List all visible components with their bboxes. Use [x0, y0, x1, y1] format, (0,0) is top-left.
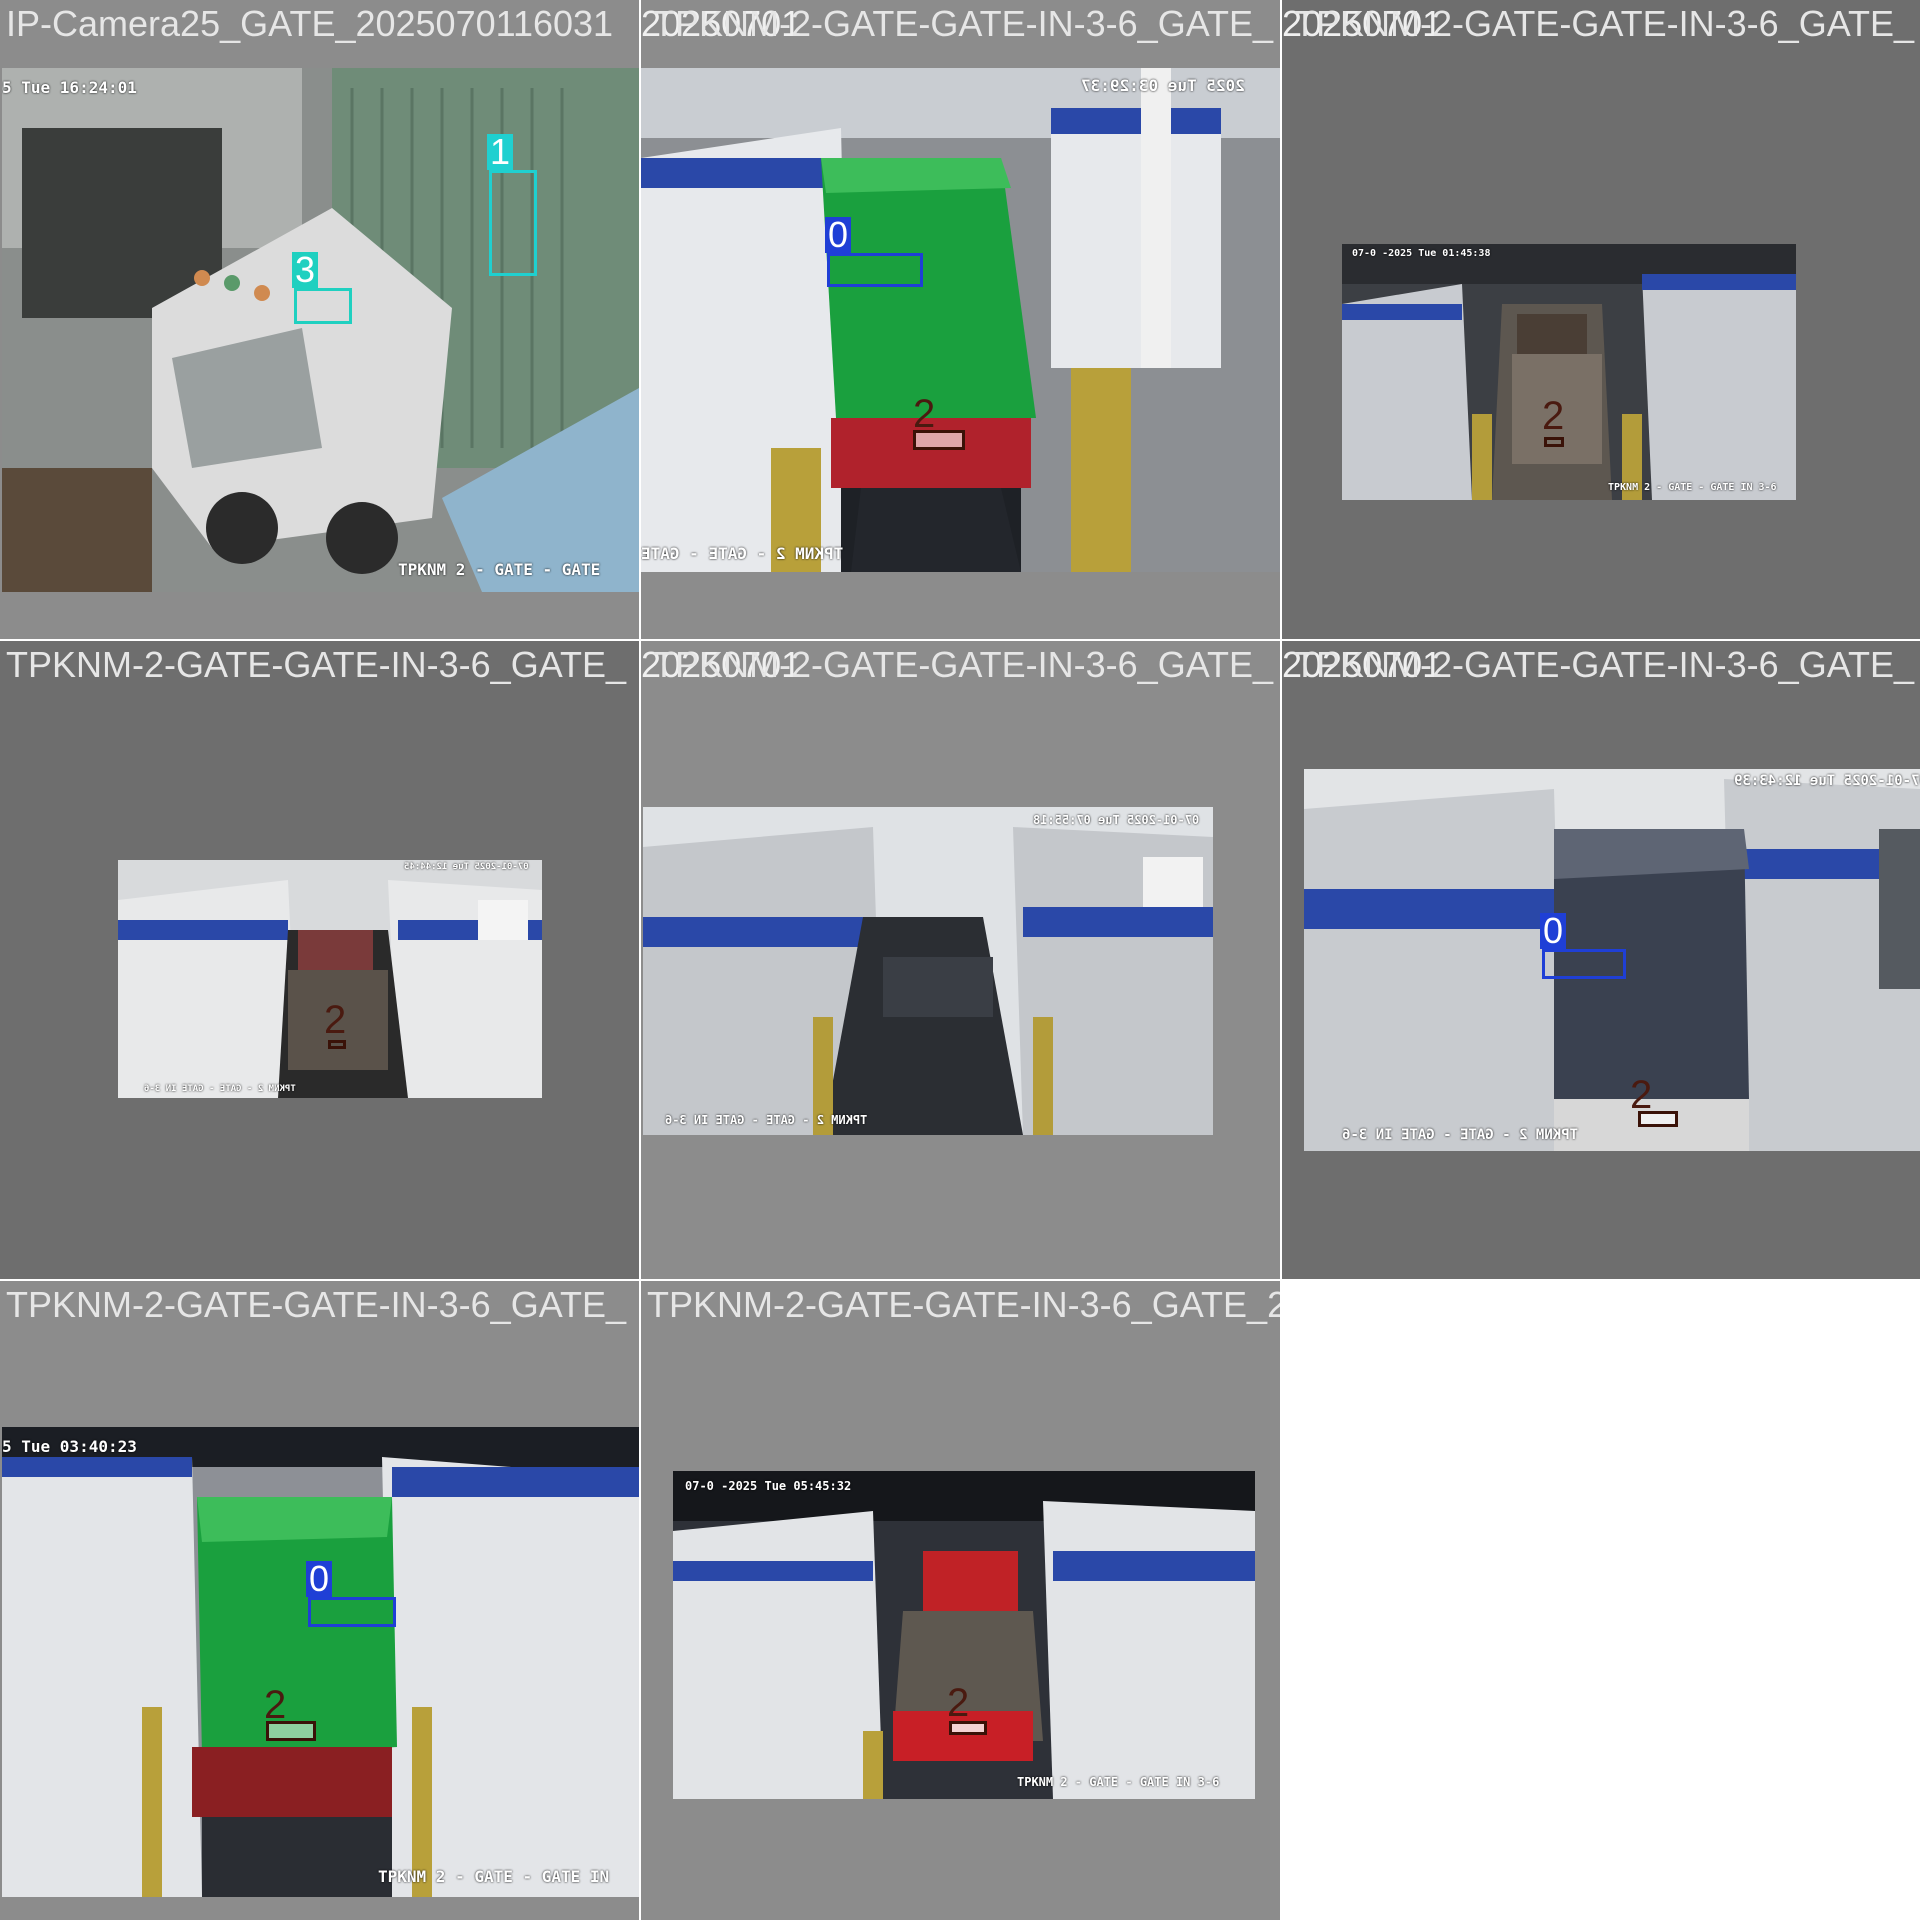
- detection-box-class-0: [308, 1597, 396, 1627]
- osd-timestamp: 5 Tue 03:40:23: [2, 1437, 137, 1456]
- detection-label-0: 0: [825, 217, 852, 253]
- camera-scene: [2, 68, 639, 592]
- image-tile-2[interactable]: 2025 Tue 03:29:37 TPKNM 2 - GATE - GATE …: [641, 0, 1280, 639]
- osd-camera-name: TPKNM 2 - GATE - GATE IN 3-6: [1342, 1127, 1579, 1143]
- detection-label-3: 3: [292, 252, 319, 288]
- osd-timestamp: 07-0 -2025 Tue 05:45:32: [685, 1479, 852, 1493]
- camera-frame: 07-01-2025 Tue 12:43:39 TPKNM 2 - GATE -…: [1304, 769, 1920, 1151]
- camera-scene: [1342, 244, 1796, 500]
- osd-camera-name: TPKNM 2 - GATE - GATE IN: [378, 1867, 610, 1886]
- tile-title-overlap: TPKNM-2-GATE-GATE-IN-3-6_GATE_: [1294, 644, 1915, 685]
- osd-camera-name: TPKNM 2 - GATE - GATE IN 3-6: [1017, 1775, 1220, 1789]
- camera-frame: 07-0 -2025 Tue 05:45:32 TPKNM 2 - GATE -…: [673, 1471, 1255, 1799]
- camera-frame: 2025 Tue 03:29:37 TPKNM 2 - GATE - GATE …: [641, 68, 1280, 572]
- osd-camera-name: TPKNM 2 - GATE - GATE: [398, 560, 601, 579]
- image-tile-8[interactable]: 07-0 -2025 Tue 05:45:32 TPKNM 2 - GATE -…: [641, 1281, 1280, 1920]
- image-tile-7[interactable]: 5 Tue 03:40:23 TPKNM 2 - GATE - GATE IN …: [0, 1281, 639, 1920]
- camera-scene: [2, 1427, 639, 1897]
- detection-box-class-0: [827, 253, 923, 287]
- camera-frame: 5 Tue 16:24:01 TPKNM 2 - GATE - GATE 1 3: [2, 68, 639, 592]
- detection-label-2: 2: [324, 998, 347, 1042]
- camera-frame: 5 Tue 03:40:23 TPKNM 2 - GATE - GATE IN …: [2, 1427, 639, 1897]
- osd-camera-name: TPKNM 2 - GATE - GATE IN 3-6: [665, 1113, 868, 1127]
- detection-label-2: 2: [264, 1683, 287, 1727]
- detection-box-class-2: [1544, 437, 1564, 447]
- tile-title: IP-Camera25_GATE_2025070116031: [6, 3, 614, 44]
- camera-scene: [118, 860, 542, 1098]
- detection-box-class-3: [294, 288, 352, 324]
- tile-title: TPKNM-2-GATE-GATE-IN-3-6_GATE_2025070104: [647, 1284, 1280, 1325]
- image-tile-5[interactable]: 07-01-2025 Tue 07:55:18 TPKNM 2 - GATE -…: [641, 641, 1280, 1279]
- camera-scene: [673, 1471, 1255, 1799]
- detection-label-2: 2: [1542, 394, 1565, 438]
- osd-timestamp: 07-01-2025 Tue 12:43:39: [1734, 773, 1920, 789]
- tile-title-overlap: TPKNM-2-GATE-GATE-IN-3-6_GATE_: [1294, 3, 1915, 44]
- image-tile-1[interactable]: 5 Tue 16:24:01 TPKNM 2 - GATE - GATE 1 3…: [0, 0, 639, 639]
- empty-grid-slot: [1282, 1281, 1920, 1920]
- osd-timestamp: 07-0 -2025 Tue 01:45:38: [1352, 248, 1491, 259]
- tile-title-overlap: TPKNM-2-GATE-GATE-IN-3-6_GATE_: [653, 3, 1274, 44]
- detection-label-2: 2: [1630, 1073, 1653, 1117]
- image-tile-4[interactable]: 07-01-2025 Tue 12:44:45 TPKNM 2 - GATE -…: [0, 641, 639, 1279]
- osd-camera-name: TPKNM 2 - GATE - GATE IN 3-6: [144, 1084, 296, 1094]
- osd-timestamp: 07-01-2025 Tue 07:55:18: [1033, 813, 1200, 827]
- osd-camera-name: TPKNM 2 - GATE - GATE IN 3-6: [1608, 482, 1777, 493]
- osd-camera-name: TPKNM 2 - GATE - GATE: [641, 544, 844, 563]
- camera-frame: 07-01-2025 Tue 07:55:18 TPKNM 2 - GATE -…: [643, 807, 1213, 1135]
- camera-frame: 07-01-2025 Tue 12:44:45 TPKNM 2 - GATE -…: [118, 860, 542, 1098]
- tile-title: TPKNM-2-GATE-GATE-IN-3-6_GATE_: [6, 1284, 627, 1325]
- detection-box-class-0: [1542, 949, 1626, 979]
- image-tile-3[interactable]: 07-0 -2025 Tue 01:45:38 TPKNM 2 - GATE -…: [1282, 0, 1920, 639]
- camera-scene: [641, 68, 1280, 572]
- tile-title: TPKNM-2-GATE-GATE-IN-3-6_GATE_: [6, 644, 627, 685]
- detection-label-1: 1: [487, 134, 514, 170]
- detection-label-0: 0: [306, 1561, 333, 1597]
- detection-label-2: 2: [913, 392, 936, 436]
- camera-scene: [643, 807, 1213, 1135]
- camera-frame: 07-0 -2025 Tue 01:45:38 TPKNM 2 - GATE -…: [1342, 244, 1796, 500]
- image-tile-6[interactable]: 07-01-2025 Tue 12:43:39 TPKNM 2 - GATE -…: [1282, 641, 1920, 1279]
- detection-label-2: 2: [947, 1681, 970, 1725]
- osd-timestamp: 2025 Tue 03:29:37: [1081, 76, 1245, 95]
- tile-title-overlap: TPKNM-2-GATE-GATE-IN-3-6_GATE_: [653, 644, 1274, 685]
- osd-timestamp: 07-01-2025 Tue 12:44:45: [404, 862, 529, 872]
- osd-timestamp: 5 Tue 16:24:01: [2, 78, 137, 97]
- detection-box-class-1: [489, 170, 537, 276]
- detection-label-0: 0: [1540, 913, 1567, 949]
